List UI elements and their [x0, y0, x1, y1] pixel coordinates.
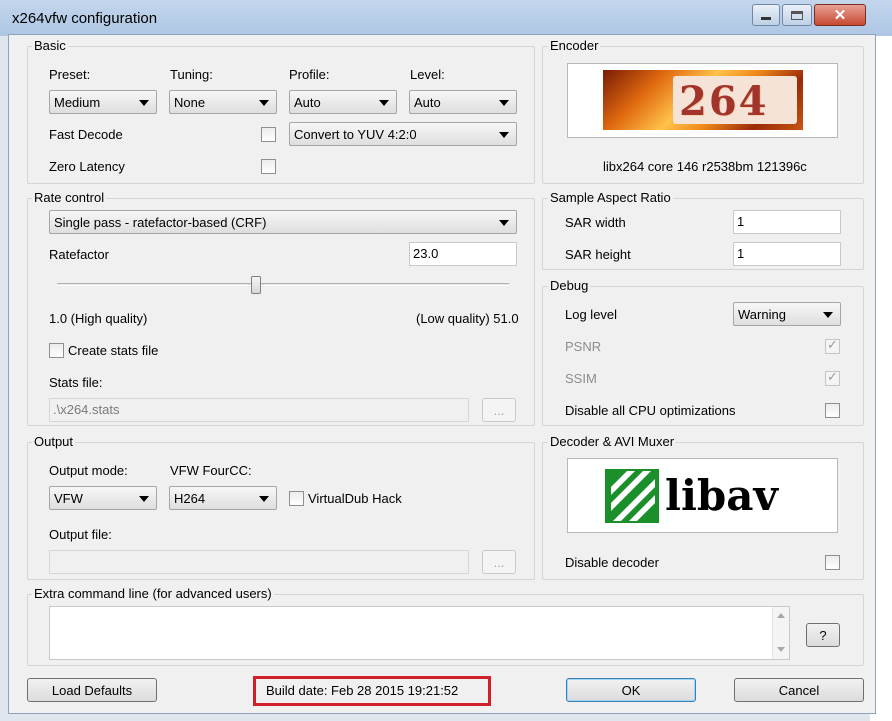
libav-mark-icon [605, 469, 659, 523]
ratefactor-label: Ratefactor [49, 247, 109, 262]
output-mode-label: Output mode: [49, 463, 128, 478]
output-mode-select[interactable]: VFW [49, 486, 157, 510]
chevron-down-icon [499, 220, 509, 226]
checkmark-icon: ✓ [827, 337, 838, 352]
disable-decoder-checkbox[interactable] [825, 555, 840, 570]
ssim-checkbox[interactable]: ✓ [825, 369, 840, 386]
rate-control-mode-value: Single pass - ratefactor-based (CRF) [54, 215, 267, 230]
zero-latency-label: Zero Latency [49, 159, 125, 174]
preset-select[interactable]: Medium [49, 90, 157, 114]
load-defaults-button[interactable]: Load Defaults [27, 678, 157, 702]
level-label: Level: [410, 67, 445, 82]
chevron-down-icon [823, 312, 833, 318]
ratefactor-slider-track[interactable] [57, 283, 509, 286]
virtualdub-hack-checkbox[interactable] [289, 491, 304, 506]
close-icon: ✕ [833, 7, 847, 24]
stats-file-input[interactable]: .\x264.stats [49, 398, 469, 422]
extra-scrollbar[interactable] [772, 607, 789, 659]
fast-decode-label: Fast Decode [49, 127, 123, 142]
decoder-group-label: Decoder & AVI Muxer [548, 434, 677, 449]
fourcc-label: VFW FourCC: [170, 463, 252, 478]
level-select[interactable]: Auto [409, 90, 517, 114]
build-date-text: Build date: Feb 28 2015 19:21:52 [266, 683, 459, 698]
profile-value: Auto [294, 95, 321, 110]
tuning-label: Tuning: [170, 67, 213, 82]
libav-logo: libav [603, 465, 803, 527]
chevron-down-icon [139, 496, 149, 502]
chevron-down-icon [139, 100, 149, 106]
minimize-button[interactable] [752, 4, 780, 26]
extra-group-label: Extra command line (for advanced users) [32, 586, 274, 601]
fourcc-select[interactable]: H264 [169, 486, 277, 510]
colorspace-select[interactable]: Convert to YUV 4:2:0 [289, 122, 517, 146]
chevron-down-icon [499, 100, 509, 106]
log-level-select[interactable]: Warning [733, 302, 841, 326]
output-file-label: Output file: [49, 527, 112, 542]
colorspace-value: Convert to YUV 4:2:0 [294, 127, 417, 142]
ok-button[interactable]: OK [566, 678, 696, 702]
chevron-down-icon [259, 496, 269, 502]
close-button[interactable]: ✕ [814, 4, 866, 26]
preset-value: Medium [54, 95, 101, 110]
extra-command-line-input[interactable] [49, 606, 790, 660]
maximize-button[interactable] [782, 4, 812, 26]
maximize-icon [791, 10, 803, 20]
sar-height-input[interactable]: 1 [733, 242, 841, 266]
scroll-down-icon[interactable] [777, 647, 785, 652]
help-button[interactable]: ? [806, 623, 840, 647]
checkmark-icon: ✓ [827, 369, 838, 384]
rate-control-mode-select[interactable]: Single pass - ratefactor-based (CRF) [49, 210, 517, 234]
disable-cpu-checkbox[interactable] [825, 403, 840, 418]
profile-select[interactable]: Auto [289, 90, 397, 114]
window-title: x264vfw configuration [12, 10, 158, 27]
zero-latency-checkbox[interactable] [261, 159, 276, 174]
fast-decode-checkbox[interactable] [261, 127, 276, 142]
basic-group-label: Basic [32, 38, 68, 53]
encoder-group-label: Encoder [548, 38, 601, 53]
sar-width-input[interactable]: 1 [733, 210, 841, 234]
output-file-input[interactable] [49, 550, 469, 574]
ssim-label: SSIM [565, 371, 597, 386]
preset-label: Preset: [49, 67, 91, 82]
ratefactor-input[interactable]: 23.0 [409, 242, 517, 266]
tuning-value: None [174, 95, 206, 110]
libav-logo-text: libav [665, 471, 778, 520]
chevron-down-icon [259, 100, 269, 106]
profile-label: Profile: [289, 67, 330, 82]
cancel-button[interactable]: Cancel [734, 678, 864, 702]
slider-min-label: 1.0 (High quality) [49, 311, 148, 326]
chevron-down-icon [499, 132, 509, 138]
x264-logo: 264 [603, 70, 803, 130]
create-stats-label: Create stats file [68, 343, 159, 358]
stats-file-browse-button[interactable]: ... [482, 398, 516, 422]
disable-cpu-label: Disable all CPU optimizations [565, 403, 736, 418]
ratefactor-slider-thumb[interactable] [251, 276, 261, 294]
debug-group-label: Debug [548, 278, 591, 293]
scroll-up-icon[interactable] [777, 613, 785, 618]
x264-logo-text: 264 [679, 78, 769, 125]
output-group-label: Output [32, 434, 76, 449]
sar-width-label: SAR width [565, 215, 626, 230]
psnr-label: PSNR [565, 339, 602, 354]
sar-group-label: Sample Aspect Ratio [548, 190, 673, 205]
output-mode-value: VFW [54, 491, 83, 506]
sar-height-label: SAR height [565, 247, 631, 262]
slider-max-label: (Low quality) 51.0 [416, 311, 519, 326]
disable-decoder-label: Disable decoder [565, 555, 659, 570]
level-value: Auto [414, 95, 441, 110]
log-level-label: Log level [565, 307, 618, 322]
encoder-version: libx264 core 146 r2538bm 121396c [603, 159, 807, 174]
virtualdub-hack-label: VirtualDub Hack [308, 491, 402, 506]
fourcc-value: H264 [174, 491, 206, 506]
create-stats-checkbox[interactable] [49, 343, 64, 358]
stats-file-label: Stats file: [49, 375, 103, 390]
minimize-icon [761, 16, 771, 20]
chevron-down-icon [379, 100, 389, 106]
psnr-checkbox[interactable]: ✓ [825, 337, 840, 354]
rate-control-group-label: Rate control [32, 190, 107, 205]
output-file-browse-button[interactable]: ... [482, 550, 516, 574]
tuning-select[interactable]: None [169, 90, 277, 114]
log-level-value: Warning [738, 307, 786, 322]
